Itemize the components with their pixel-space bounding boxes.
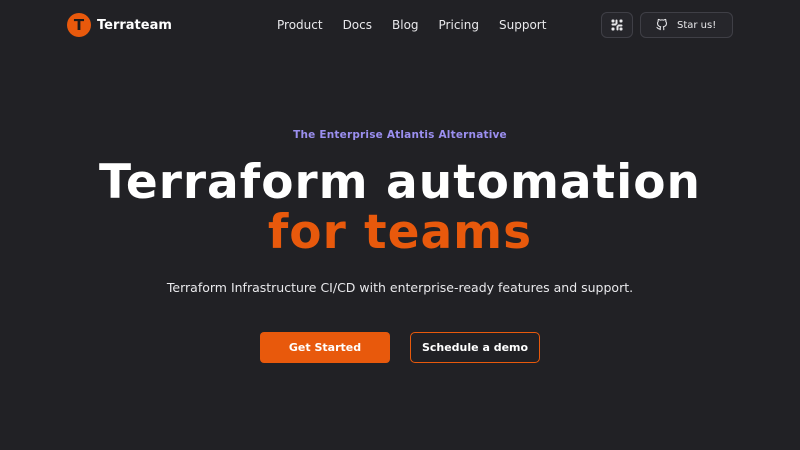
schedule-demo-button[interactable]: Schedule a demo (410, 332, 540, 363)
nav-links: Product Docs Blog Pricing Support (277, 16, 546, 34)
hero-headline-line1: Terraform automation (99, 155, 701, 210)
brand-home-link[interactable]: T Terrateam (67, 13, 172, 37)
top-navigation: T Terrateam Product Docs Blog Pricing Su… (0, 0, 800, 50)
github-star-label: Star us! (677, 19, 717, 31)
nav-link-docs[interactable]: Docs (343, 16, 372, 34)
hero-eyebrow: The Enterprise Atlantis Alternative (293, 129, 507, 141)
hero-subtitle: Terraform Infrastructure CI/CD with ente… (166, 280, 634, 295)
nav-link-support[interactable]: Support (499, 16, 546, 34)
nav-link-pricing[interactable]: Pricing (439, 16, 479, 34)
get-started-button[interactable]: Get Started (260, 332, 390, 363)
nav-link-blog[interactable]: Blog (392, 16, 419, 34)
github-star-button[interactable]: Star us! (640, 12, 733, 38)
nav-link-product[interactable]: Product (277, 16, 323, 34)
terrateam-logo-icon: T (67, 13, 91, 37)
brand-name: Terrateam (97, 17, 172, 33)
github-icon (655, 16, 669, 35)
slack-icon (611, 16, 623, 35)
hero-headline-line2: for teams (267, 205, 533, 260)
slack-button[interactable] (601, 12, 633, 38)
